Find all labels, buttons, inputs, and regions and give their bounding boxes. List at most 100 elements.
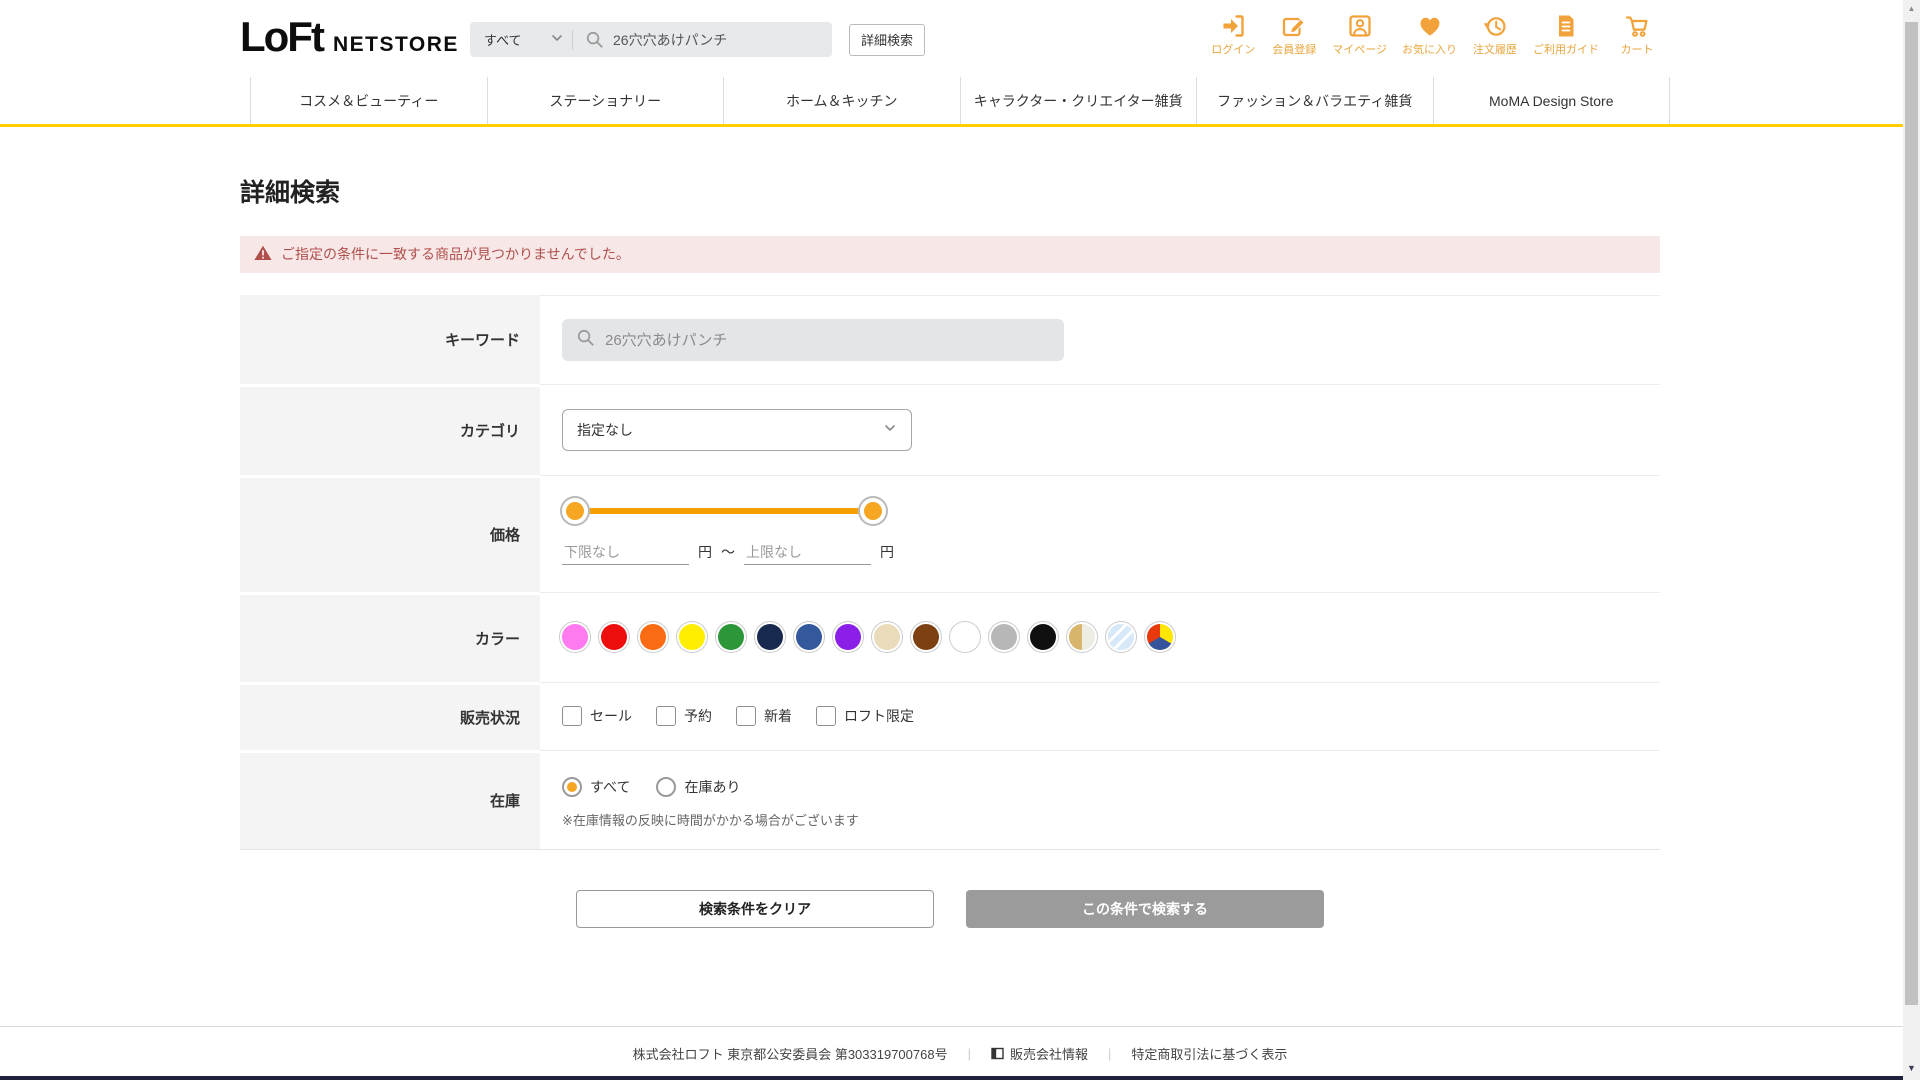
category-select-value: 指定なし bbox=[577, 420, 633, 440]
search-icon bbox=[585, 30, 604, 49]
stock-note: ※在庫情報の反映に時間がかかる場合がございます bbox=[562, 810, 1660, 829]
site-logo[interactable]: LoFt NETSTORE bbox=[240, 16, 459, 58]
color-swatch-gray[interactable] bbox=[991, 624, 1017, 650]
clear-conditions-button[interactable]: 検索条件をクリア bbox=[576, 890, 934, 928]
color-swatch-black[interactable] bbox=[1030, 624, 1056, 650]
color-swatch-multicolor[interactable] bbox=[1147, 624, 1173, 650]
form-row-sale-status: 販売状況 セール 予約 新着 ロフト限定 bbox=[240, 682, 1660, 750]
page-title: 詳細検索 bbox=[240, 127, 1660, 208]
category-select[interactable]: 指定なし bbox=[562, 409, 912, 451]
checkbox-icon[interactable] bbox=[736, 706, 756, 726]
sale-option-0[interactable]: セール bbox=[562, 706, 632, 726]
color-swatch-orange[interactable] bbox=[640, 624, 666, 650]
checkbox-icon[interactable] bbox=[656, 706, 676, 726]
scrollbar-thumb[interactable] bbox=[1905, 22, 1918, 1005]
main-content: 詳細検索 ご指定の条件に一致する商品が見つかりませんでした。 キーワード 26穴… bbox=[240, 127, 1660, 928]
price-slider-track[interactable] bbox=[575, 508, 873, 514]
utility-label: マイページ bbox=[1332, 41, 1387, 57]
main-nav-inner: コスメ＆ビューティーステーショナリーホーム＆キッチンキャラクター・クリエイター雑… bbox=[250, 77, 1670, 124]
utility-label: 注文履歴 bbox=[1473, 41, 1517, 57]
utility-register[interactable]: 会員登録 bbox=[1271, 12, 1317, 57]
footer-item-text: 販売会社情報 bbox=[1010, 1044, 1088, 1063]
keyword-input[interactable]: 26穴穴あけパンチ bbox=[562, 319, 1064, 361]
search-category-select[interactable]: すべて bbox=[470, 30, 572, 49]
price-slider[interactable] bbox=[562, 498, 886, 524]
price-max-input[interactable] bbox=[744, 540, 871, 565]
login-icon bbox=[1220, 12, 1246, 40]
sale-status-label: 販売状況 bbox=[240, 682, 540, 750]
scrollbar-up-arrow[interactable]: ▲ bbox=[1903, 5, 1920, 13]
stock-option-1[interactable]: 在庫あり bbox=[656, 777, 740, 797]
advanced-search-button[interactable]: 詳細検索 bbox=[849, 24, 925, 56]
color-swatch-brown[interactable] bbox=[913, 624, 939, 650]
nav-item-0[interactable]: コスメ＆ビューティー bbox=[250, 77, 487, 124]
window-bottom-edge bbox=[0, 1076, 1920, 1080]
utility-history[interactable]: 注文履歴 bbox=[1472, 12, 1518, 57]
utility-cart[interactable]: カート bbox=[1614, 12, 1660, 57]
nav-item-5[interactable]: MoMA Design Store bbox=[1433, 77, 1671, 124]
scrollbar[interactable]: ▲ ▼ bbox=[1903, 0, 1920, 1080]
checkbox-icon[interactable] bbox=[816, 706, 836, 726]
main-nav: コスメ＆ビューティーステーショナリーホーム＆キッチンキャラクター・クリエイター雑… bbox=[0, 77, 1920, 127]
stock-options: すべて 在庫あり bbox=[562, 777, 1660, 797]
utility-login[interactable]: ログイン bbox=[1210, 12, 1256, 57]
footer-link-1[interactable]: 販売会社情報 bbox=[991, 1044, 1088, 1063]
color-swatch-yellow[interactable] bbox=[679, 624, 705, 650]
nav-item-1[interactable]: ステーショナリー bbox=[487, 77, 724, 124]
search-divider bbox=[572, 30, 573, 50]
scrollbar-down-arrow[interactable]: ▼ bbox=[1903, 1064, 1920, 1073]
chevron-down-icon bbox=[883, 421, 897, 438]
search-category-value: すべて bbox=[484, 30, 522, 49]
footer-separator: | bbox=[968, 1046, 971, 1061]
color-swatch-beige[interactable] bbox=[874, 624, 900, 650]
warning-icon bbox=[254, 245, 272, 264]
utility-guide[interactable]: ご利用ガイド bbox=[1533, 12, 1599, 57]
form-row-price: 価格 円 ～ 円 bbox=[240, 475, 1660, 592]
color-swatch-pink[interactable] bbox=[562, 624, 588, 650]
utility-label: お気に入り bbox=[1402, 41, 1457, 57]
utility-heart[interactable]: お気に入り bbox=[1402, 12, 1457, 57]
footer-link-2[interactable]: 特定商取引法に基づく表示 bbox=[1131, 1044, 1287, 1063]
utility-mypage[interactable]: マイページ bbox=[1332, 12, 1387, 57]
header-search-input[interactable]: 26穴穴あけパンチ bbox=[613, 30, 727, 50]
utility-nav: ログイン会員登録マイページお気に入り注文履歴ご利用ガイドカート bbox=[1210, 12, 1660, 57]
nav-item-4[interactable]: ファッション＆バラエティ雑貨 bbox=[1196, 77, 1433, 124]
footer-separator: | bbox=[1108, 1046, 1111, 1061]
price-slider-handle-min[interactable] bbox=[562, 498, 588, 524]
register-icon bbox=[1281, 12, 1307, 40]
history-icon bbox=[1482, 12, 1508, 40]
page: LoFt NETSTORE すべて 26穴穴あけパンチ 詳細検索 ログイン会員登… bbox=[0, 0, 1920, 1080]
nav-item-3[interactable]: キャラクター・クリエイター雑貨 bbox=[960, 77, 1197, 124]
search-form: キーワード 26穴穴あけパンチ カテゴリ 指定なし bbox=[240, 295, 1660, 850]
stock-option-0[interactable]: すべて bbox=[562, 777, 630, 797]
radio-selected-icon[interactable] bbox=[562, 777, 582, 797]
color-swatch-clear[interactable] bbox=[1108, 624, 1134, 650]
price-slider-handle-max[interactable] bbox=[860, 498, 886, 524]
search-submit-button[interactable]: この条件で検索する bbox=[966, 890, 1324, 928]
sale-option-label: 新着 bbox=[764, 706, 792, 726]
sale-option-label: セール bbox=[590, 706, 632, 726]
form-actions: 検索条件をクリア この条件で検索する bbox=[240, 890, 1660, 928]
error-message: ご指定の条件に一致する商品が見つかりませんでした。 bbox=[281, 244, 630, 264]
sale-option-1[interactable]: 予約 bbox=[656, 706, 712, 726]
form-row-category: カテゴリ 指定なし bbox=[240, 384, 1660, 475]
sale-option-label: ロフト限定 bbox=[844, 706, 914, 726]
stock-option-label: 在庫あり bbox=[684, 777, 740, 797]
sale-option-2[interactable]: 新着 bbox=[736, 706, 792, 726]
price-min-input[interactable] bbox=[562, 540, 689, 565]
keyword-input-value: 26穴穴あけパンチ bbox=[605, 329, 727, 350]
color-swatch-green[interactable] bbox=[718, 624, 744, 650]
mypage-icon bbox=[1347, 12, 1373, 40]
checkbox-icon[interactable] bbox=[562, 706, 582, 726]
color-swatch-white[interactable] bbox=[952, 624, 978, 650]
sale-option-3[interactable]: ロフト限定 bbox=[816, 706, 914, 726]
radio-icon[interactable] bbox=[656, 777, 676, 797]
color-swatch-purple[interactable] bbox=[835, 624, 861, 650]
color-swatch-blue[interactable] bbox=[796, 624, 822, 650]
color-swatch-red[interactable] bbox=[601, 624, 627, 650]
nav-item-2[interactable]: ホーム＆キッチン bbox=[723, 77, 960, 124]
color-label: カラー bbox=[240, 592, 540, 682]
color-swatch-navy[interactable] bbox=[757, 624, 783, 650]
color-swatch-gold-silver[interactable] bbox=[1069, 624, 1095, 650]
currency-label-min: 円 bbox=[698, 542, 712, 562]
